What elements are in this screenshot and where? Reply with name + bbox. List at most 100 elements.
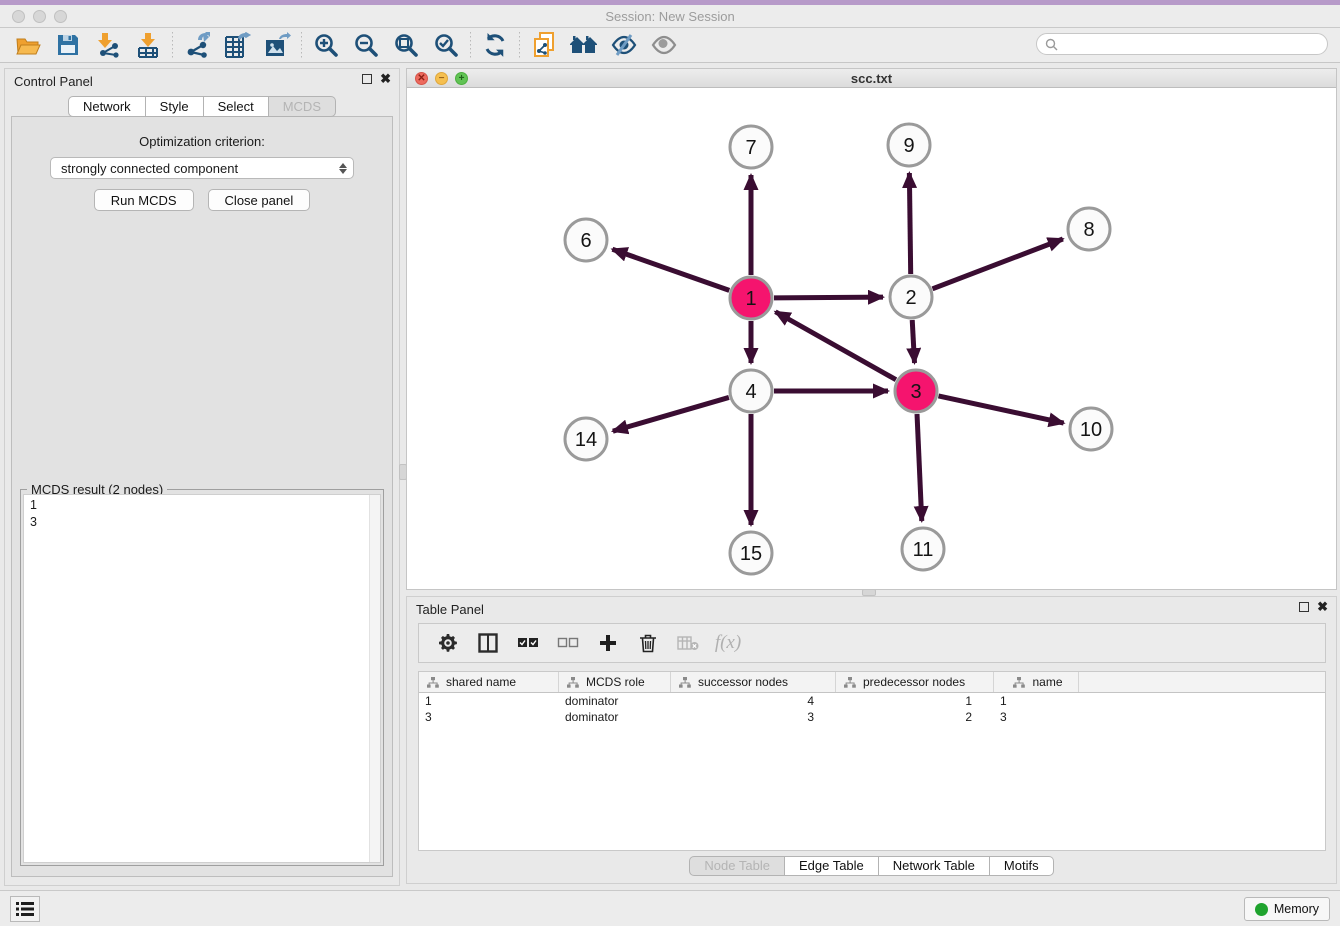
- tab-network-table[interactable]: Network Table: [879, 856, 990, 876]
- float-table-panel-icon[interactable]: [1299, 602, 1309, 612]
- export-network-icon[interactable]: [177, 30, 217, 60]
- graph-node-9[interactable]: 9: [888, 124, 930, 166]
- edge-2-9[interactable]: [909, 173, 910, 274]
- show-column-panel-icon[interactable]: [471, 627, 505, 659]
- tab-mcds[interactable]: MCDS: [269, 96, 336, 117]
- table-cell: dominator: [559, 710, 671, 724]
- column-header-shared-name[interactable]: shared name: [419, 672, 559, 692]
- table-row[interactable]: 1dominator411: [419, 693, 1325, 709]
- select-all-columns-icon[interactable]: [511, 627, 545, 659]
- new-network-from-selection-icon[interactable]: [524, 30, 564, 60]
- create-column-plus-icon[interactable]: [591, 627, 625, 659]
- edge-2-8[interactable]: [932, 239, 1062, 289]
- graph-node-11[interactable]: 11: [902, 528, 944, 570]
- delete-column-trash-icon[interactable]: [631, 627, 665, 659]
- column-type-icon: [567, 677, 579, 688]
- import-network-icon[interactable]: [88, 30, 128, 60]
- tab-select[interactable]: Select: [204, 96, 269, 117]
- node-label: 7: [745, 137, 756, 159]
- tab-style[interactable]: Style: [146, 96, 204, 117]
- edge-2-3[interactable]: [912, 320, 914, 363]
- graph-node-4[interactable]: 4: [730, 370, 772, 412]
- table-cell: 2: [836, 710, 994, 724]
- column-header-successor-nodes[interactable]: successor nodes: [671, 672, 836, 692]
- apply-layout-icon[interactable]: [475, 30, 515, 60]
- edge-3-1[interactable]: [775, 312, 896, 380]
- close-panel-button[interactable]: Close panel: [208, 189, 311, 211]
- column-type-icon: [844, 677, 856, 688]
- graph-node-14[interactable]: 14: [565, 418, 607, 460]
- table-cell: 1: [836, 694, 994, 708]
- graph-node-3[interactable]: 3: [895, 370, 937, 412]
- float-panel-icon[interactable]: [362, 74, 372, 84]
- edge-1-6[interactable]: [612, 249, 729, 290]
- table-cell: 3: [671, 710, 836, 724]
- delete-table-icon[interactable]: [671, 627, 705, 659]
- column-header-name[interactable]: name: [994, 672, 1079, 692]
- tab-network[interactable]: Network: [68, 96, 146, 117]
- close-table-panel-icon[interactable]: ✖: [1317, 602, 1328, 612]
- table-body: 1dominator4113dominator323: [419, 693, 1325, 725]
- edge-3-11[interactable]: [917, 414, 922, 521]
- graph-node-1[interactable]: 1: [730, 277, 772, 319]
- graph-node-7[interactable]: 7: [730, 126, 772, 168]
- task-history-list-icon[interactable]: [10, 896, 40, 922]
- zoom-fit-icon[interactable]: [386, 30, 426, 60]
- table-cell: 1: [419, 694, 559, 708]
- edge-1-2[interactable]: [774, 297, 883, 298]
- node-table[interactable]: shared name MCDS role successor nodesprede…: [418, 671, 1326, 851]
- first-neighbors-icon[interactable]: [564, 30, 604, 60]
- zoom-in-icon[interactable]: [306, 30, 346, 60]
- graph-node-8[interactable]: 8: [1068, 208, 1110, 250]
- close-panel-icon[interactable]: ✖: [380, 74, 391, 84]
- import-table-icon[interactable]: [128, 30, 168, 60]
- horizontal-splitter-handle[interactable]: [862, 589, 876, 596]
- column-header-MCDS-role[interactable]: MCDS role: [559, 672, 671, 692]
- table-row[interactable]: 3dominator323: [419, 709, 1325, 725]
- network-window-title: scc.txt: [407, 71, 1336, 86]
- table-panel-tabs: Node TableEdge TableNetwork TableMotifs: [407, 856, 1336, 876]
- table-panel-header: Table Panel ✖: [407, 597, 1336, 621]
- control-panel-title: Control Panel: [14, 74, 93, 89]
- zoom-selected-icon[interactable]: [426, 30, 466, 60]
- unselect-all-columns-icon[interactable]: [551, 627, 585, 659]
- column-label: MCDS role: [586, 675, 645, 689]
- tab-node-table[interactable]: Node Table: [689, 856, 785, 876]
- search-box[interactable]: [1036, 33, 1328, 55]
- graph-node-15[interactable]: 15: [730, 532, 772, 574]
- run-mcds-button[interactable]: Run MCDS: [94, 189, 194, 211]
- network-window-titlebar[interactable]: ✕ − + scc.txt: [407, 69, 1336, 88]
- column-header-predecessor-nodes[interactable]: predecessor nodes: [836, 672, 994, 692]
- export-image-icon[interactable]: [257, 30, 297, 60]
- criterion-select[interactable]: strongly connected component: [50, 157, 354, 179]
- column-label: shared name: [446, 675, 516, 689]
- edge-4-14[interactable]: [613, 397, 729, 431]
- open-session-icon[interactable]: [8, 30, 48, 60]
- table-settings-gear-icon[interactable]: [431, 627, 465, 659]
- network-graph: 7 9 6 8 1 2 4 3 14 10 15 11: [407, 88, 1336, 589]
- column-type-icon: [1013, 677, 1025, 688]
- function-builder-icon[interactable]: f(x): [711, 627, 745, 659]
- status-bar: Memory: [0, 890, 1340, 926]
- save-session-icon[interactable]: [48, 30, 88, 60]
- graph-node-2[interactable]: 2: [890, 276, 932, 318]
- graph-node-10[interactable]: 10: [1070, 408, 1112, 450]
- memory-button[interactable]: Memory: [1244, 897, 1330, 921]
- graph-node-6[interactable]: 6: [565, 219, 607, 261]
- mcds-result-values: 1 3: [24, 495, 380, 533]
- toolbar-separator: [470, 32, 471, 58]
- export-table-icon[interactable]: [217, 30, 257, 60]
- mcds-result-textarea[interactable]: 1 3: [23, 494, 381, 863]
- result-scrollbar[interactable]: [369, 495, 380, 862]
- control-panel: Control Panel ✖ NetworkStyleSelectMCDS O…: [4, 68, 400, 886]
- node-label: 11: [913, 539, 934, 561]
- edge-3-10[interactable]: [938, 396, 1063, 423]
- show-all-icon[interactable]: [644, 30, 684, 60]
- zoom-out-icon[interactable]: [346, 30, 386, 60]
- tab-motifs[interactable]: Motifs: [990, 856, 1054, 876]
- hide-selected-icon[interactable]: [604, 30, 644, 60]
- network-canvas[interactable]: 7 9 6 8 1 2 4 3 14 10 15 11: [407, 88, 1336, 589]
- search-input[interactable]: [1063, 37, 1319, 51]
- toolbar-separator: [172, 32, 173, 58]
- tab-edge-table[interactable]: Edge Table: [785, 856, 879, 876]
